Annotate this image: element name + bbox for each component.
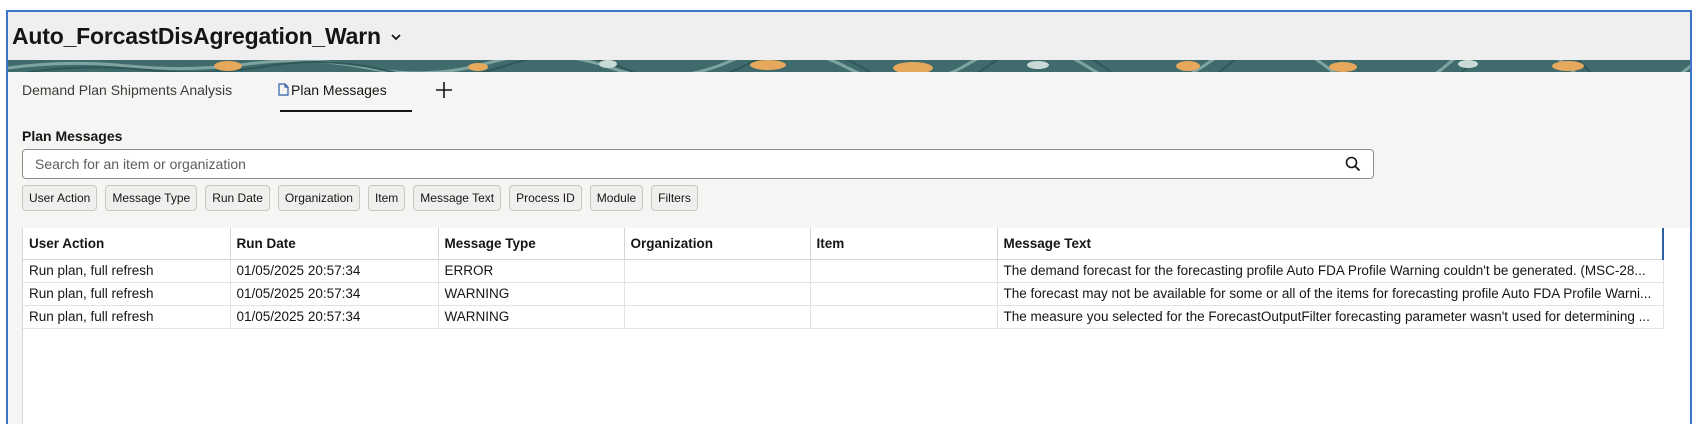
cell-message-text: The measure you selected for the Forecas… xyxy=(997,305,1664,329)
search-input[interactable] xyxy=(23,150,1323,178)
app-window: Auto_ForcastDisAgregation_Warn Demand Pl… xyxy=(6,10,1692,424)
cell-user-action: Run plan, full refresh xyxy=(23,305,231,329)
tab-label: Plan Messages xyxy=(291,82,387,98)
cell-user-action: Run plan, full refresh xyxy=(23,282,231,306)
filter-chip-item[interactable]: Item xyxy=(367,185,406,211)
column-header-run-date[interactable]: Run Date xyxy=(230,228,439,260)
table-row[interactable]: Run plan, full refresh 01/05/2025 20:57:… xyxy=(23,282,1664,306)
table-row[interactable]: Run plan, full refresh 01/05/2025 20:57:… xyxy=(23,259,1664,283)
add-tab-button[interactable] xyxy=(432,78,456,102)
page-title[interactable]: Auto_ForcastDisAgregation_Warn xyxy=(12,23,381,50)
title-bar: Auto_ForcastDisAgregation_Warn xyxy=(8,12,1690,60)
document-icon xyxy=(278,83,289,96)
column-header-message-type[interactable]: Message Type xyxy=(438,228,625,260)
filter-chip-run-date[interactable]: Run Date xyxy=(205,185,270,211)
chevron-down-icon[interactable] xyxy=(389,30,403,44)
cell-item xyxy=(810,282,998,306)
section-title: Plan Messages xyxy=(22,128,123,144)
cell-message-type: WARNING xyxy=(438,282,625,306)
filter-chip-message-text[interactable]: Message Text xyxy=(413,185,502,211)
cell-message-type: ERROR xyxy=(438,259,625,283)
cell-organization xyxy=(624,259,811,283)
column-header-message-text[interactable]: Message Text xyxy=(997,228,1664,260)
plus-icon xyxy=(436,82,452,98)
cell-message-text: The forecast may not be available for so… xyxy=(997,282,1664,306)
cell-message-text: The demand forecast for the forecasting … xyxy=(997,259,1664,283)
column-header-item[interactable]: Item xyxy=(810,228,998,260)
column-header-organization[interactable]: Organization xyxy=(624,228,811,260)
decorative-banner xyxy=(8,60,1690,72)
filter-chip-organization[interactable]: Organization xyxy=(277,185,360,211)
active-tab-indicator xyxy=(280,110,412,112)
filter-chip-message-type[interactable]: Message Type xyxy=(105,185,198,211)
cell-user-action: Run plan, full refresh xyxy=(23,259,231,283)
cell-run-date: 01/05/2025 20:57:34 xyxy=(230,259,439,283)
cell-run-date: 01/05/2025 20:57:34 xyxy=(230,282,439,306)
cell-organization xyxy=(624,282,811,306)
search-field[interactable] xyxy=(22,149,1374,179)
tab-bar: Demand Plan Shipments Analysis Plan Mess… xyxy=(8,72,1690,114)
filter-chip-filters[interactable]: Filters xyxy=(651,185,698,211)
cell-message-type: WARNING xyxy=(438,305,625,329)
tab-demand-plan-shipments-analysis[interactable]: Demand Plan Shipments Analysis xyxy=(22,82,232,98)
messages-table: User Action Run Date Message Type Organi… xyxy=(23,228,1664,329)
filter-chip-bar: User Action Message Type Run Date Organi… xyxy=(22,185,698,211)
filter-chip-user-action[interactable]: User Action xyxy=(22,185,98,211)
table-row[interactable]: Run plan, full refresh 01/05/2025 20:57:… xyxy=(23,305,1664,329)
tab-plan-messages[interactable]: Plan Messages xyxy=(278,82,387,98)
messages-table-container: User Action Run Date Message Type Organi… xyxy=(22,228,1690,424)
filter-chip-module[interactable]: Module xyxy=(589,185,644,211)
search-icon[interactable] xyxy=(1345,156,1361,172)
tab-label: Demand Plan Shipments Analysis xyxy=(22,82,233,98)
cell-item xyxy=(810,305,998,329)
table-header-row: User Action Run Date Message Type Organi… xyxy=(23,228,1664,260)
cell-item xyxy=(810,259,998,283)
cell-organization xyxy=(624,305,811,329)
cell-run-date: 01/05/2025 20:57:34 xyxy=(230,305,439,329)
main-content: Demand Plan Shipments Analysis Plan Mess… xyxy=(8,72,1690,424)
column-header-user-action[interactable]: User Action xyxy=(23,228,231,260)
filter-chip-process-id[interactable]: Process ID xyxy=(509,185,582,211)
